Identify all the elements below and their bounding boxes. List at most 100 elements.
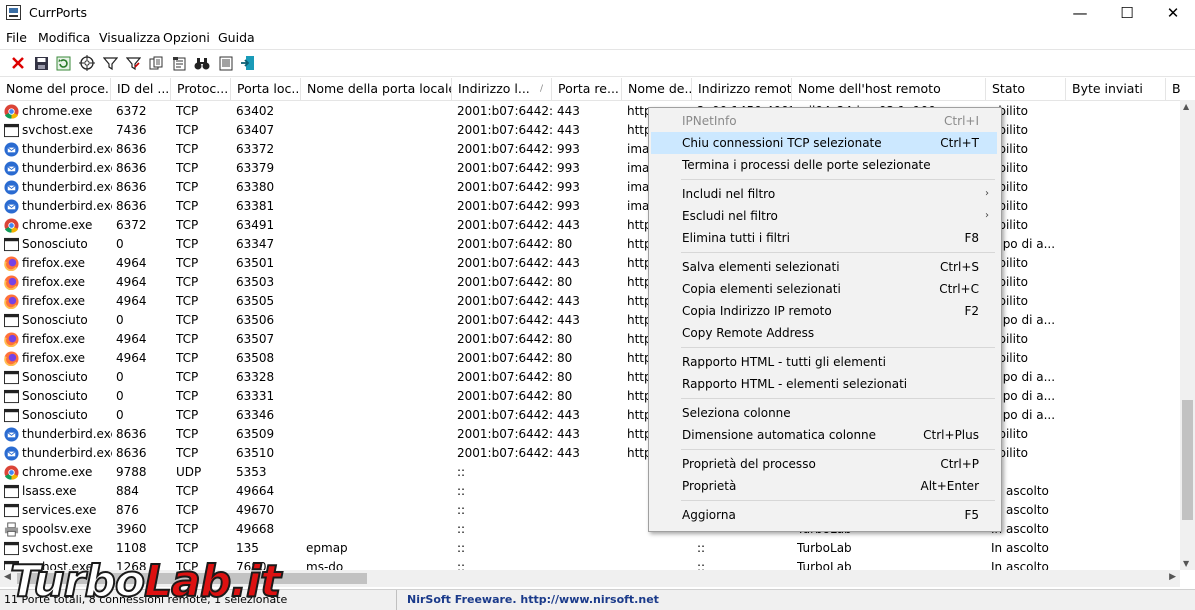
context-menu-item[interactable]: Escludi nel filtro › bbox=[651, 205, 997, 227]
menu-separator bbox=[681, 449, 995, 450]
firefox-icon bbox=[4, 332, 19, 347]
context-menu-label: Rapporto HTML - elementi selezionati bbox=[682, 377, 908, 391]
table-row[interactable]: firefox.exe 4964 TCP 63508 2001:b07:6442:...… bbox=[0, 349, 1180, 368]
col-protocol[interactable]: Protoc... bbox=[171, 78, 231, 100]
table-row[interactable]: Sonosciuto0TCP633462001:b07:6442:...443h… bbox=[0, 406, 1180, 425]
table-row[interactable]: firefox.exe 4964 TCP 63503 2001:b07:6442:...… bbox=[0, 273, 1180, 292]
col-local-port-name[interactable]: Nome della porta locale bbox=[301, 78, 452, 100]
filter-edit-icon[interactable] bbox=[123, 53, 143, 73]
col-remote-port-name[interactable]: Nome de... bbox=[622, 78, 692, 100]
context-menu-label: Salva elementi selezionati bbox=[682, 260, 840, 274]
cell-proto: TCP bbox=[176, 104, 199, 118]
report-icon[interactable] bbox=[216, 53, 236, 73]
table-row[interactable]: chrome.exe 6372 TCP 63491 2001:b07:6442:... 4… bbox=[0, 216, 1180, 235]
col-remote-address[interactable]: Indirizzo remoto bbox=[692, 78, 792, 100]
cell-state: abilito bbox=[991, 256, 1029, 270]
table-row[interactable]: Sonosciuto0TCP633312001:b07:6442:...80ht… bbox=[0, 387, 1180, 406]
table-row[interactable]: chrome.exe 6372 TCP 63402 2001:b07:6442:... 4… bbox=[0, 102, 1180, 121]
cell-laddr: 2001:b07:6442:... bbox=[457, 237, 552, 251]
table-row[interactable]: thunderbird.exe 8636 TCP 63372 2001:b07:6442… bbox=[0, 140, 1180, 159]
col-process-name[interactable]: Nome del proce... bbox=[0, 78, 111, 100]
table-row[interactable]: svchost.exe 7436 TCP 63407 2001:b07:6442:...… bbox=[0, 121, 1180, 140]
cell-state: abilito bbox=[991, 351, 1029, 365]
save-icon[interactable] bbox=[31, 53, 51, 73]
col-remote-port[interactable]: Porta re... bbox=[552, 78, 622, 100]
scroll-right-arrow-icon[interactable]: ▶ bbox=[1169, 572, 1176, 582]
menu-visualizza[interactable]: Visualizza bbox=[99, 30, 161, 45]
toolbar bbox=[0, 49, 1195, 77]
table-row[interactable]: Sonosciuto0TCP635062001:b07:6442:...443h… bbox=[0, 311, 1180, 330]
col-pid[interactable]: ID del ... bbox=[111, 78, 171, 100]
menu-opzioni[interactable]: Opzioni bbox=[163, 30, 210, 45]
context-menu-label: Proprietà bbox=[682, 479, 737, 493]
col-remote-host[interactable]: Nome dell'host remoto bbox=[792, 78, 986, 100]
menu-file[interactable]: File bbox=[6, 30, 27, 45]
filter-icon[interactable] bbox=[100, 53, 120, 73]
context-menu-item[interactable]: Copia elementi selezionati Ctrl+C bbox=[651, 278, 997, 300]
col-bytes-received[interactable]: B bbox=[1166, 78, 1195, 100]
table-row[interactable]: services.exe 876 TCP 49670:: In ascolto bbox=[0, 501, 1180, 520]
minimize-button[interactable]: — bbox=[1057, 0, 1103, 26]
table-row[interactable]: thunderbird.exe 8636 TCP 63381 2001:b07:6442… bbox=[0, 197, 1180, 216]
copy-icon[interactable] bbox=[146, 53, 166, 73]
cell-laddr: 2001:b07:6442:... bbox=[457, 408, 552, 422]
exe-icon bbox=[4, 389, 19, 404]
cell-lport: 63380 bbox=[236, 180, 275, 194]
context-menu-item[interactable]: Chiu connessioni TCP selezionate Ctrl+T bbox=[651, 132, 997, 154]
refresh-icon[interactable] bbox=[53, 53, 73, 73]
chrome-icon bbox=[4, 465, 19, 480]
table-row[interactable]: firefox.exe 4964 TCP 63505 2001:b07:6442:...… bbox=[0, 292, 1180, 311]
col-state[interactable]: Stato bbox=[986, 78, 1066, 100]
context-menu-item[interactable]: Rapporto HTML - tutti gli elementi bbox=[651, 351, 997, 373]
cell-lport: 63379 bbox=[236, 161, 275, 175]
table-row[interactable]: spoolsv.exe3960TCP49668::TurboLabIn asco… bbox=[0, 520, 1180, 539]
find-icon[interactable] bbox=[192, 53, 212, 73]
table-row[interactable]: firefox.exe 4964 TCP 63507 2001:b07:6442:...… bbox=[0, 330, 1180, 349]
cell-rport: 80 bbox=[557, 351, 573, 365]
nirsoft-link[interactable]: NirSoft Freeware. http://www.nirsoft.net bbox=[407, 593, 659, 606]
menu-modifica[interactable]: Modifica bbox=[38, 30, 90, 45]
context-menu-item[interactable]: Includi nel filtro › bbox=[651, 183, 997, 205]
table-row[interactable]: thunderbird.exe 8636 TCP 63379 2001:b07:6442… bbox=[0, 159, 1180, 178]
col-bytes-sent[interactable]: Byte inviati bbox=[1066, 78, 1166, 100]
table-row[interactable]: thunderbird.exe 8636 TCP 63380 2001:b07:6442… bbox=[0, 178, 1180, 197]
col-local-address[interactable]: Indirizzo l... / bbox=[452, 78, 552, 100]
context-menu-item[interactable]: Proprietà del processo Ctrl+P bbox=[651, 453, 997, 475]
close-button[interactable]: ✕ bbox=[1150, 0, 1195, 26]
context-menu-item[interactable]: Seleziona colonne bbox=[651, 402, 997, 424]
context-menu-item[interactable]: Termina i processi delle porte seleziona… bbox=[651, 154, 997, 176]
cell-laddr: :: bbox=[457, 503, 466, 517]
context-menu-item[interactable]: Elimina tutti i filtri F8 bbox=[651, 227, 997, 249]
context-menu-item[interactable]: Proprietà Alt+Enter bbox=[651, 475, 997, 497]
target-icon[interactable] bbox=[77, 53, 97, 73]
cell-lport: 49668 bbox=[236, 522, 275, 536]
cell-proto: TCP bbox=[176, 522, 199, 536]
context-menu-item[interactable]: Salva elementi selezionati Ctrl+S bbox=[651, 256, 997, 278]
cell-lname bbox=[306, 197, 451, 216]
table-row[interactable]: Sonosciuto0TCP633282001:b07:6442:...80ht… bbox=[0, 368, 1180, 387]
table-row[interactable]: thunderbird.exe 8636 TCP 63510 2001:b07:6442… bbox=[0, 444, 1180, 463]
col-local-port[interactable]: Porta loc... bbox=[231, 78, 301, 100]
cell-pid: 6372 bbox=[116, 218, 147, 232]
context-menu-item[interactable]: Dimensione automatica colonne Ctrl+Plus bbox=[651, 424, 997, 446]
table-row[interactable]: firefox.exe 4964 TCP 63501 2001:b07:6442:...… bbox=[0, 254, 1180, 273]
table-row[interactable]: Sonosciuto0TCP633472001:b07:6442:...80ht… bbox=[0, 235, 1180, 254]
close-connections-icon[interactable] bbox=[8, 53, 28, 73]
context-menu-item[interactable]: Aggiorna F5 bbox=[651, 504, 997, 526]
properties-icon[interactable] bbox=[169, 53, 189, 73]
context-menu-item[interactable]: Copia Indirizzo IP remoto F2 bbox=[651, 300, 997, 322]
scroll-thumb[interactable] bbox=[1182, 400, 1193, 520]
cell-pid: 0 bbox=[116, 237, 124, 251]
context-menu-item[interactable]: Copy Remote Address bbox=[651, 322, 997, 344]
table-row[interactable]: thunderbird.exe 8636 TCP 63509 2001:b07:6442… bbox=[0, 425, 1180, 444]
scroll-down-arrow-icon[interactable]: ▼ bbox=[1183, 559, 1189, 568]
scroll-up-arrow-icon[interactable]: ▲ bbox=[1183, 102, 1189, 111]
context-menu-item[interactable]: Rapporto HTML - elementi selezionati bbox=[651, 373, 997, 395]
maximize-button[interactable]: ☐ bbox=[1104, 0, 1150, 26]
table-row[interactable]: lsass.exe 884 TCP 49664:: In ascolto bbox=[0, 482, 1180, 501]
menu-guida[interactable]: Guida bbox=[218, 30, 255, 45]
vertical-scrollbar[interactable]: ▲ ▼ bbox=[1180, 100, 1195, 570]
cell-rport: 443 bbox=[557, 123, 580, 137]
table-row[interactable]: chrome.exe 9788 UDP 5353:: bbox=[0, 463, 1180, 482]
exit-icon[interactable] bbox=[238, 53, 258, 73]
